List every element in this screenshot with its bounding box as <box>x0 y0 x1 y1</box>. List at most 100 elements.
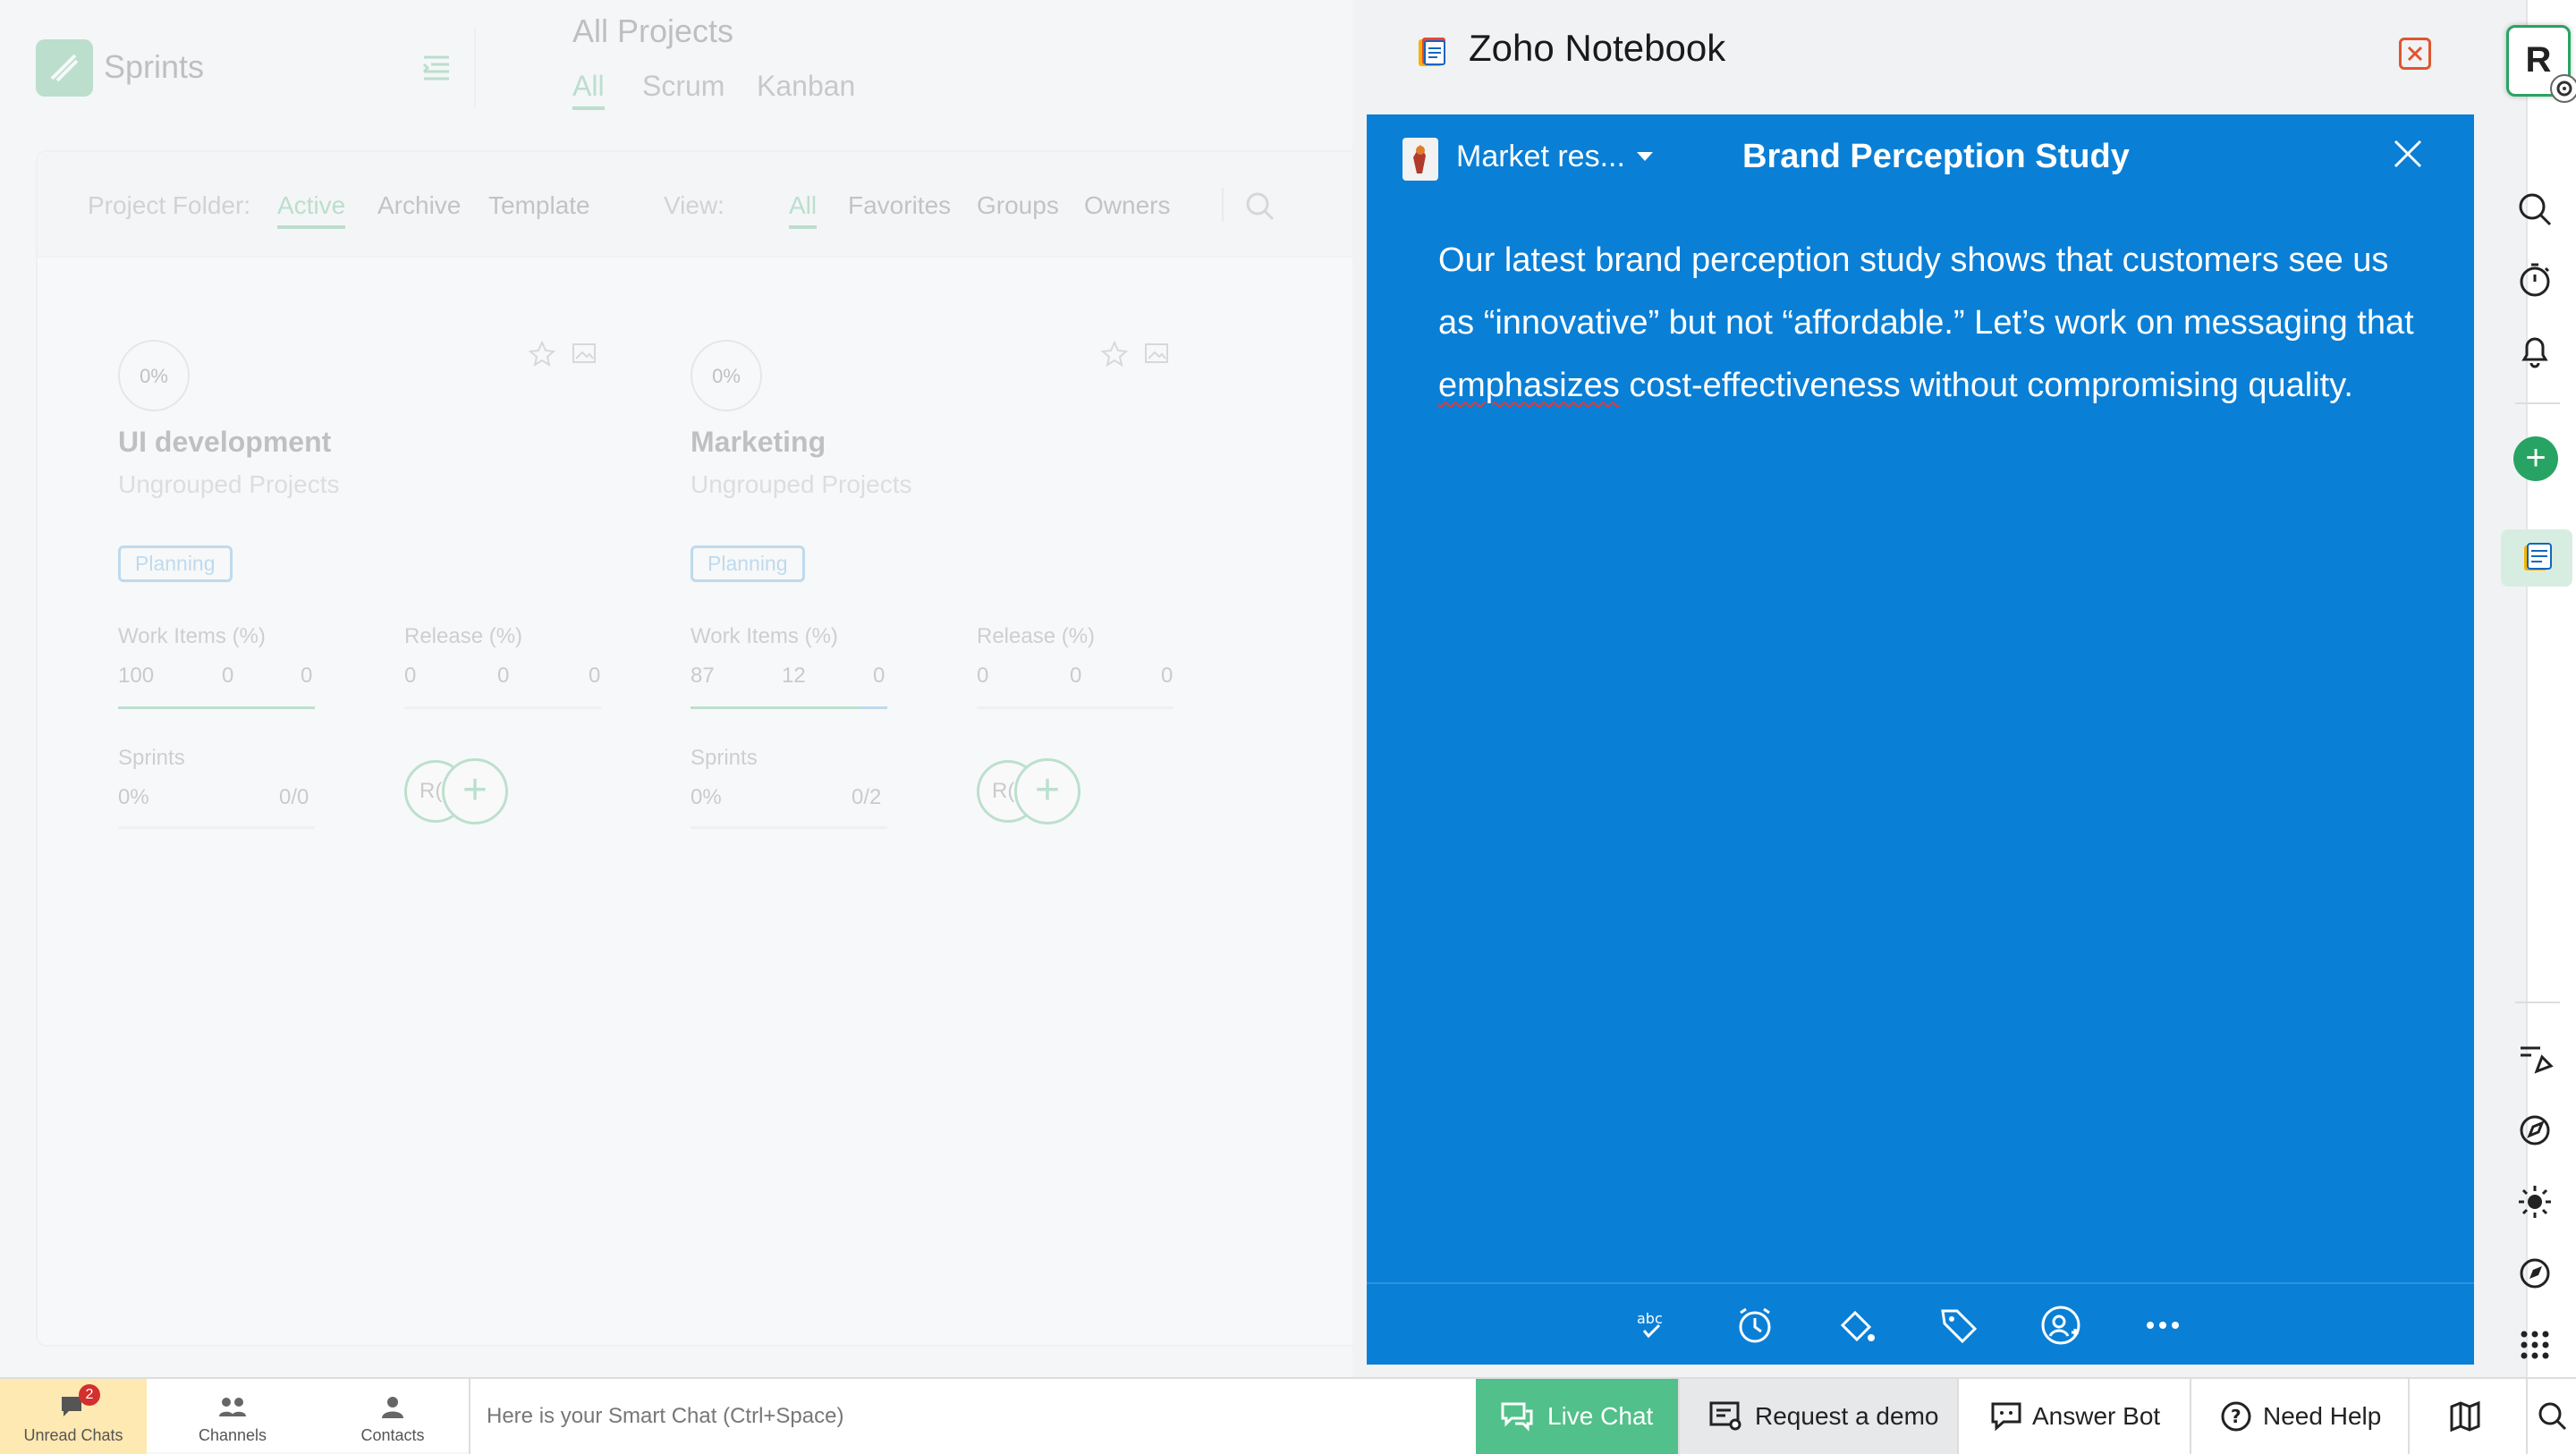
notebook-cover-thumbnail[interactable] <box>1402 138 1438 181</box>
apps-grid-icon[interactable] <box>2515 1325 2555 1365</box>
user-avatar[interactable]: R <box>2506 25 2576 103</box>
work-items-value: 87 <box>691 664 715 688</box>
note-toolbar: abc <box>1367 1282 2474 1365</box>
timer-icon[interactable] <box>2515 259 2555 299</box>
tab-scrum[interactable]: Scrum <box>642 70 724 103</box>
gear-icon[interactable] <box>2550 74 2576 103</box>
svg-text:abc: abc <box>1637 1310 1663 1327</box>
sprints-count: 0/2 <box>852 785 882 809</box>
sprints-app-background: Sprints All Projects All Scrum Kanban Pr… <box>0 0 1377 1377</box>
whiteboard-icon[interactable] <box>2515 1039 2555 1078</box>
search-icon <box>2535 1399 2571 1434</box>
release-value: 0 <box>589 664 601 688</box>
sprints-bar <box>118 826 315 829</box>
reminder-icon[interactable] <box>1733 1304 1776 1347</box>
compass-edit-icon[interactable] <box>2515 1111 2555 1150</box>
smart-chat-input[interactable] <box>469 1379 1476 1454</box>
note-title[interactable]: Brand Perception Study <box>1742 138 2130 176</box>
note-editor[interactable]: Market res... Brand Perception Study Our… <box>1367 114 2474 1365</box>
project-image-icon[interactable] <box>571 340 597 367</box>
answer-bot-label: Answer Bot <box>2032 1402 2161 1430</box>
misspelled-word[interactable]: emphasizes <box>1438 367 1620 404</box>
sprints-bar <box>691 826 887 829</box>
tab-label: Channels <box>198 1426 267 1444</box>
brightness-icon[interactable] <box>2515 1182 2555 1222</box>
work-items-bar-progress <box>860 706 887 709</box>
work-items-value: 0 <box>222 664 234 688</box>
request-demo-button[interactable]: Request a demo <box>1678 1379 1957 1454</box>
add-icon[interactable]: + <box>2513 436 2558 481</box>
work-items-value: 0 <box>301 664 313 688</box>
app-name[interactable]: Sprints <box>104 48 204 86</box>
release-value: 0 <box>1070 664 1082 688</box>
notebook-icon[interactable] <box>2501 529 2572 587</box>
notebook-selector-label[interactable]: Market res... <box>1456 139 1625 174</box>
menu-collapse-icon[interactable] <box>420 52 453 84</box>
need-help-label: Need Help <box>2263 1402 2382 1430</box>
note-body[interactable]: Our latest brand perception study shows … <box>1438 229 2422 417</box>
release-label: Release (%) <box>404 624 523 648</box>
tab-all[interactable]: All <box>572 70 605 110</box>
release-bar <box>977 706 1174 709</box>
search-icon[interactable] <box>2515 190 2555 229</box>
help-circle-icon: ? <box>2220 1400 2252 1433</box>
project-group: Ungrouped Projects <box>118 470 340 498</box>
add-member-button[interactable]: + <box>1014 758 1080 824</box>
map-button[interactable] <box>2408 1379 2526 1454</box>
explore-icon[interactable] <box>2515 1254 2555 1293</box>
work-items-bar <box>118 706 315 709</box>
project-card[interactable]: 0% UI development Ungrouped Projects Pla… <box>38 188 601 829</box>
work-items-bar <box>691 706 860 709</box>
add-member-button[interactable]: + <box>442 758 508 824</box>
work-items-value: 0 <box>873 664 886 688</box>
live-chat-button[interactable]: Live Chat <box>1476 1379 1678 1454</box>
tab-label: Contacts <box>360 1426 425 1444</box>
close-note-icon[interactable] <box>2390 136 2426 172</box>
release-value: 0 <box>977 664 989 688</box>
project-name[interactable]: Marketing <box>691 426 826 459</box>
spellcheck-icon[interactable]: abc <box>1631 1304 1674 1347</box>
share-user-icon[interactable] <box>2039 1304 2082 1347</box>
bottom-search-button[interactable] <box>2526 1379 2576 1454</box>
sprints-label: Sprints <box>691 746 758 770</box>
work-items-value: 12 <box>782 664 806 688</box>
favorite-star-icon[interactable] <box>528 340 556 368</box>
release-label: Release (%) <box>977 624 1096 648</box>
project-name[interactable]: UI development <box>118 426 331 459</box>
project-card[interactable]: 0% Marketing Ungrouped Projects Planning… <box>610 188 1174 829</box>
tab-contacts[interactable]: Contacts <box>322 1379 463 1454</box>
release-value: 0 <box>404 664 417 688</box>
progress-circle: 0% <box>691 340 762 411</box>
bell-icon[interactable] <box>2515 331 2555 370</box>
sprints-percent: 0% <box>691 785 722 809</box>
tab-kanban[interactable]: Kanban <box>757 70 855 103</box>
work-items-value: 100 <box>118 664 155 688</box>
more-icon[interactable] <box>2141 1304 2184 1347</box>
sprints-logo[interactable] <box>36 39 93 97</box>
status-badge: Planning <box>691 545 805 582</box>
progress-circle: 0% <box>118 340 190 411</box>
color-fill-icon[interactable] <box>1835 1304 1878 1347</box>
search-icon[interactable] <box>1245 191 1275 222</box>
tab-unread-chats[interactable]: 2 Unread Chats <box>0 1379 147 1454</box>
rail-divider <box>2515 402 2560 404</box>
sprints-percent: 0% <box>118 785 149 809</box>
answer-bot-icon <box>1989 1400 2025 1433</box>
channels-icon <box>217 1393 248 1420</box>
answer-bot-button[interactable]: Answer Bot <box>1957 1379 2190 1454</box>
notebook-app-icon <box>1415 34 1451 70</box>
header-divider <box>474 27 476 107</box>
chevron-down-icon[interactable] <box>1635 150 1655 163</box>
release-bar <box>404 706 601 709</box>
tag-icon[interactable] <box>1937 1304 1980 1347</box>
tab-label: Unread Chats <box>23 1426 123 1444</box>
project-image-icon[interactable] <box>1143 340 1170 367</box>
filter-divider <box>1222 188 1224 222</box>
tab-channels[interactable]: Channels <box>161 1379 304 1454</box>
close-panel-button[interactable] <box>2399 38 2431 70</box>
notebook-panel-title: Zoho Notebook <box>1469 27 1726 69</box>
favorite-star-icon[interactable] <box>1100 340 1129 368</box>
status-badge: Planning <box>118 545 233 582</box>
project-group: Ungrouped Projects <box>691 470 912 498</box>
need-help-button[interactable]: ? Need Help <box>2190 1379 2408 1454</box>
